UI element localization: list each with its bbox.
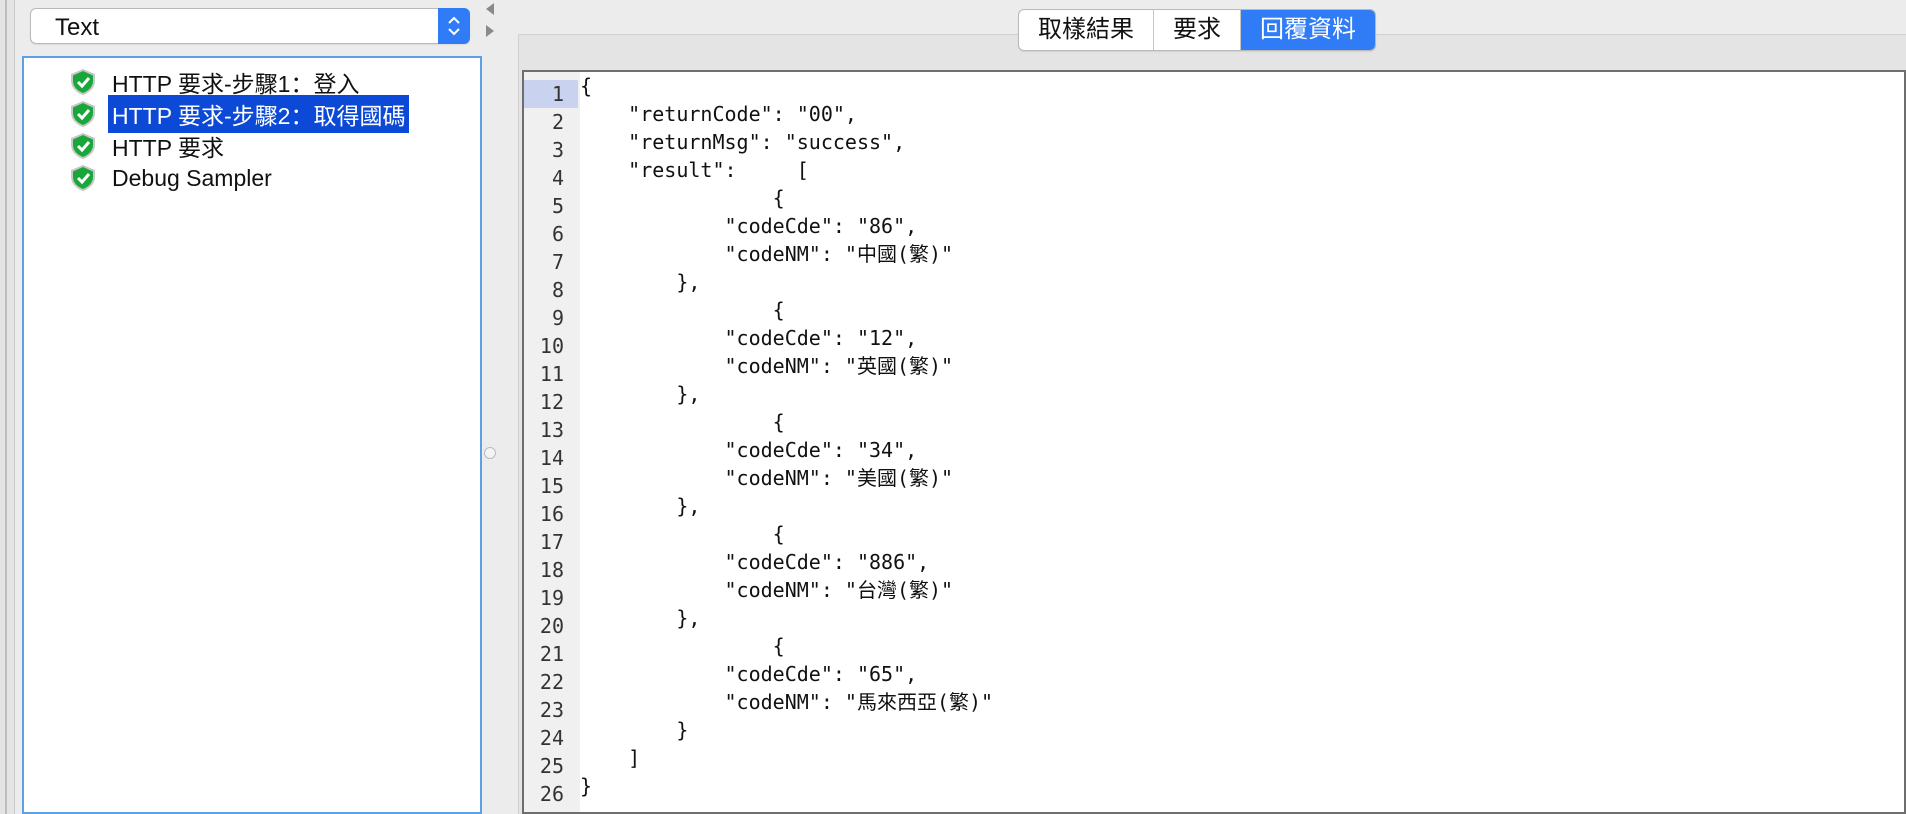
code-line: { xyxy=(580,298,785,322)
tab-sampler-result[interactable]: 取樣結果 xyxy=(1019,10,1154,50)
code-line: "codeNM": "英國(繁)" xyxy=(580,354,954,378)
line-number: 14 xyxy=(539,446,564,470)
line-number: 18 xyxy=(539,558,564,582)
success-shield-icon xyxy=(71,133,95,159)
renderer-select-value: Text xyxy=(55,14,100,41)
code-line: "result": [ xyxy=(580,158,809,182)
tree-item[interactable]: HTTP 要求-步驟2：取得國碼 xyxy=(68,95,410,133)
code-line: "codeNM": "馬來西亞(繁)" xyxy=(580,690,994,714)
code-line: { xyxy=(580,186,785,210)
code-line: "returnCode": "00", xyxy=(580,102,857,126)
line-number: 3 xyxy=(551,138,564,162)
tree-item-label: Debug Sampler xyxy=(112,164,272,191)
code-line: "codeNM": "台灣(繁)" xyxy=(580,578,954,602)
line-number: 5 xyxy=(551,194,564,218)
tree-item[interactable]: Debug Sampler xyxy=(68,161,276,195)
success-shield-icon xyxy=(71,101,95,127)
line-number: 22 xyxy=(539,670,564,694)
code-line: { xyxy=(580,522,785,546)
line-number: 2 xyxy=(551,110,564,134)
line-number: 24 xyxy=(539,726,564,750)
tab-request[interactable]: 要求 xyxy=(1154,10,1241,50)
code-line: "codeCde": "886", xyxy=(580,550,930,574)
line-number: 1 xyxy=(524,80,578,108)
line-number-gutter: 1 2 3 4 5 6 7 8 9 10 11 12 13 14 15 16 1… xyxy=(524,72,580,812)
line-number: 16 xyxy=(539,502,564,526)
code-line: "codeNM": "中國(繁)" xyxy=(580,242,954,266)
line-number: 7 xyxy=(551,250,564,274)
line-number: 25 xyxy=(539,754,564,778)
code-line: "returnMsg": "success", xyxy=(580,130,906,154)
code-line: }, xyxy=(580,606,701,630)
line-number: 11 xyxy=(539,362,564,386)
line-number: 12 xyxy=(539,390,564,414)
splitter-handle[interactable] xyxy=(484,447,496,459)
line-number: 8 xyxy=(551,278,564,302)
tree-item[interactable]: HTTP 要求 xyxy=(68,129,228,163)
code-line: } xyxy=(580,718,689,742)
line-number: 21 xyxy=(539,642,564,666)
code-line: } xyxy=(580,774,593,798)
tree-item-label: HTTP 要求 xyxy=(112,135,225,161)
tree-item[interactable]: HTTP 要求-步驟1：登入 xyxy=(68,65,363,99)
results-tree[interactable]: HTTP 要求-步驟1：登入 HTTP 要求-步驟2：取得國碼 HTTP 要求 xyxy=(22,56,482,814)
code-line: { xyxy=(580,410,785,434)
line-number: 17 xyxy=(539,530,564,554)
tab-response-data[interactable]: 回覆資料 xyxy=(1241,10,1375,50)
success-shield-icon xyxy=(71,165,95,191)
code-line: "codeNM": "美國(繁)" xyxy=(580,466,954,490)
window-edge xyxy=(0,0,15,814)
renderer-select[interactable]: Text xyxy=(30,8,470,44)
code-line: { xyxy=(580,74,593,98)
line-number: 10 xyxy=(539,334,564,358)
arrow-right-icon[interactable] xyxy=(484,24,496,38)
success-shield-icon xyxy=(71,69,95,95)
code-line: "codeCde": "12", xyxy=(580,326,918,350)
line-number: 9 xyxy=(551,306,564,330)
app-window: Text HTTP 要求-步驟1：登入 HTTP 要求-步驟2：取得國碼 HTT… xyxy=(0,0,1906,814)
code-line: "codeCde": "86", xyxy=(580,214,918,238)
code-line: }, xyxy=(580,494,701,518)
arrow-left-icon[interactable] xyxy=(484,2,496,16)
code-line: "codeCde": "34", xyxy=(580,438,918,462)
code-line: ] xyxy=(580,746,641,770)
line-number: 4 xyxy=(551,166,564,190)
updown-chevron-icon[interactable] xyxy=(438,8,470,44)
response-text-area[interactable]: 1 2 3 4 5 6 7 8 9 10 11 12 13 14 15 16 1… xyxy=(522,70,1906,814)
result-tabs: 取樣結果 要求 回覆資料 xyxy=(1018,9,1376,51)
code-line: }, xyxy=(580,270,701,294)
line-number: 20 xyxy=(539,614,564,638)
line-number: 26 xyxy=(539,782,564,806)
line-number: 6 xyxy=(551,222,564,246)
line-number: 15 xyxy=(539,474,564,498)
code-line: }, xyxy=(580,382,701,406)
line-number: 19 xyxy=(539,586,564,610)
code-line: { xyxy=(580,634,785,658)
code-line: "codeCde": "65", xyxy=(580,662,918,686)
line-number: 23 xyxy=(539,698,564,722)
line-number: 13 xyxy=(539,418,564,442)
